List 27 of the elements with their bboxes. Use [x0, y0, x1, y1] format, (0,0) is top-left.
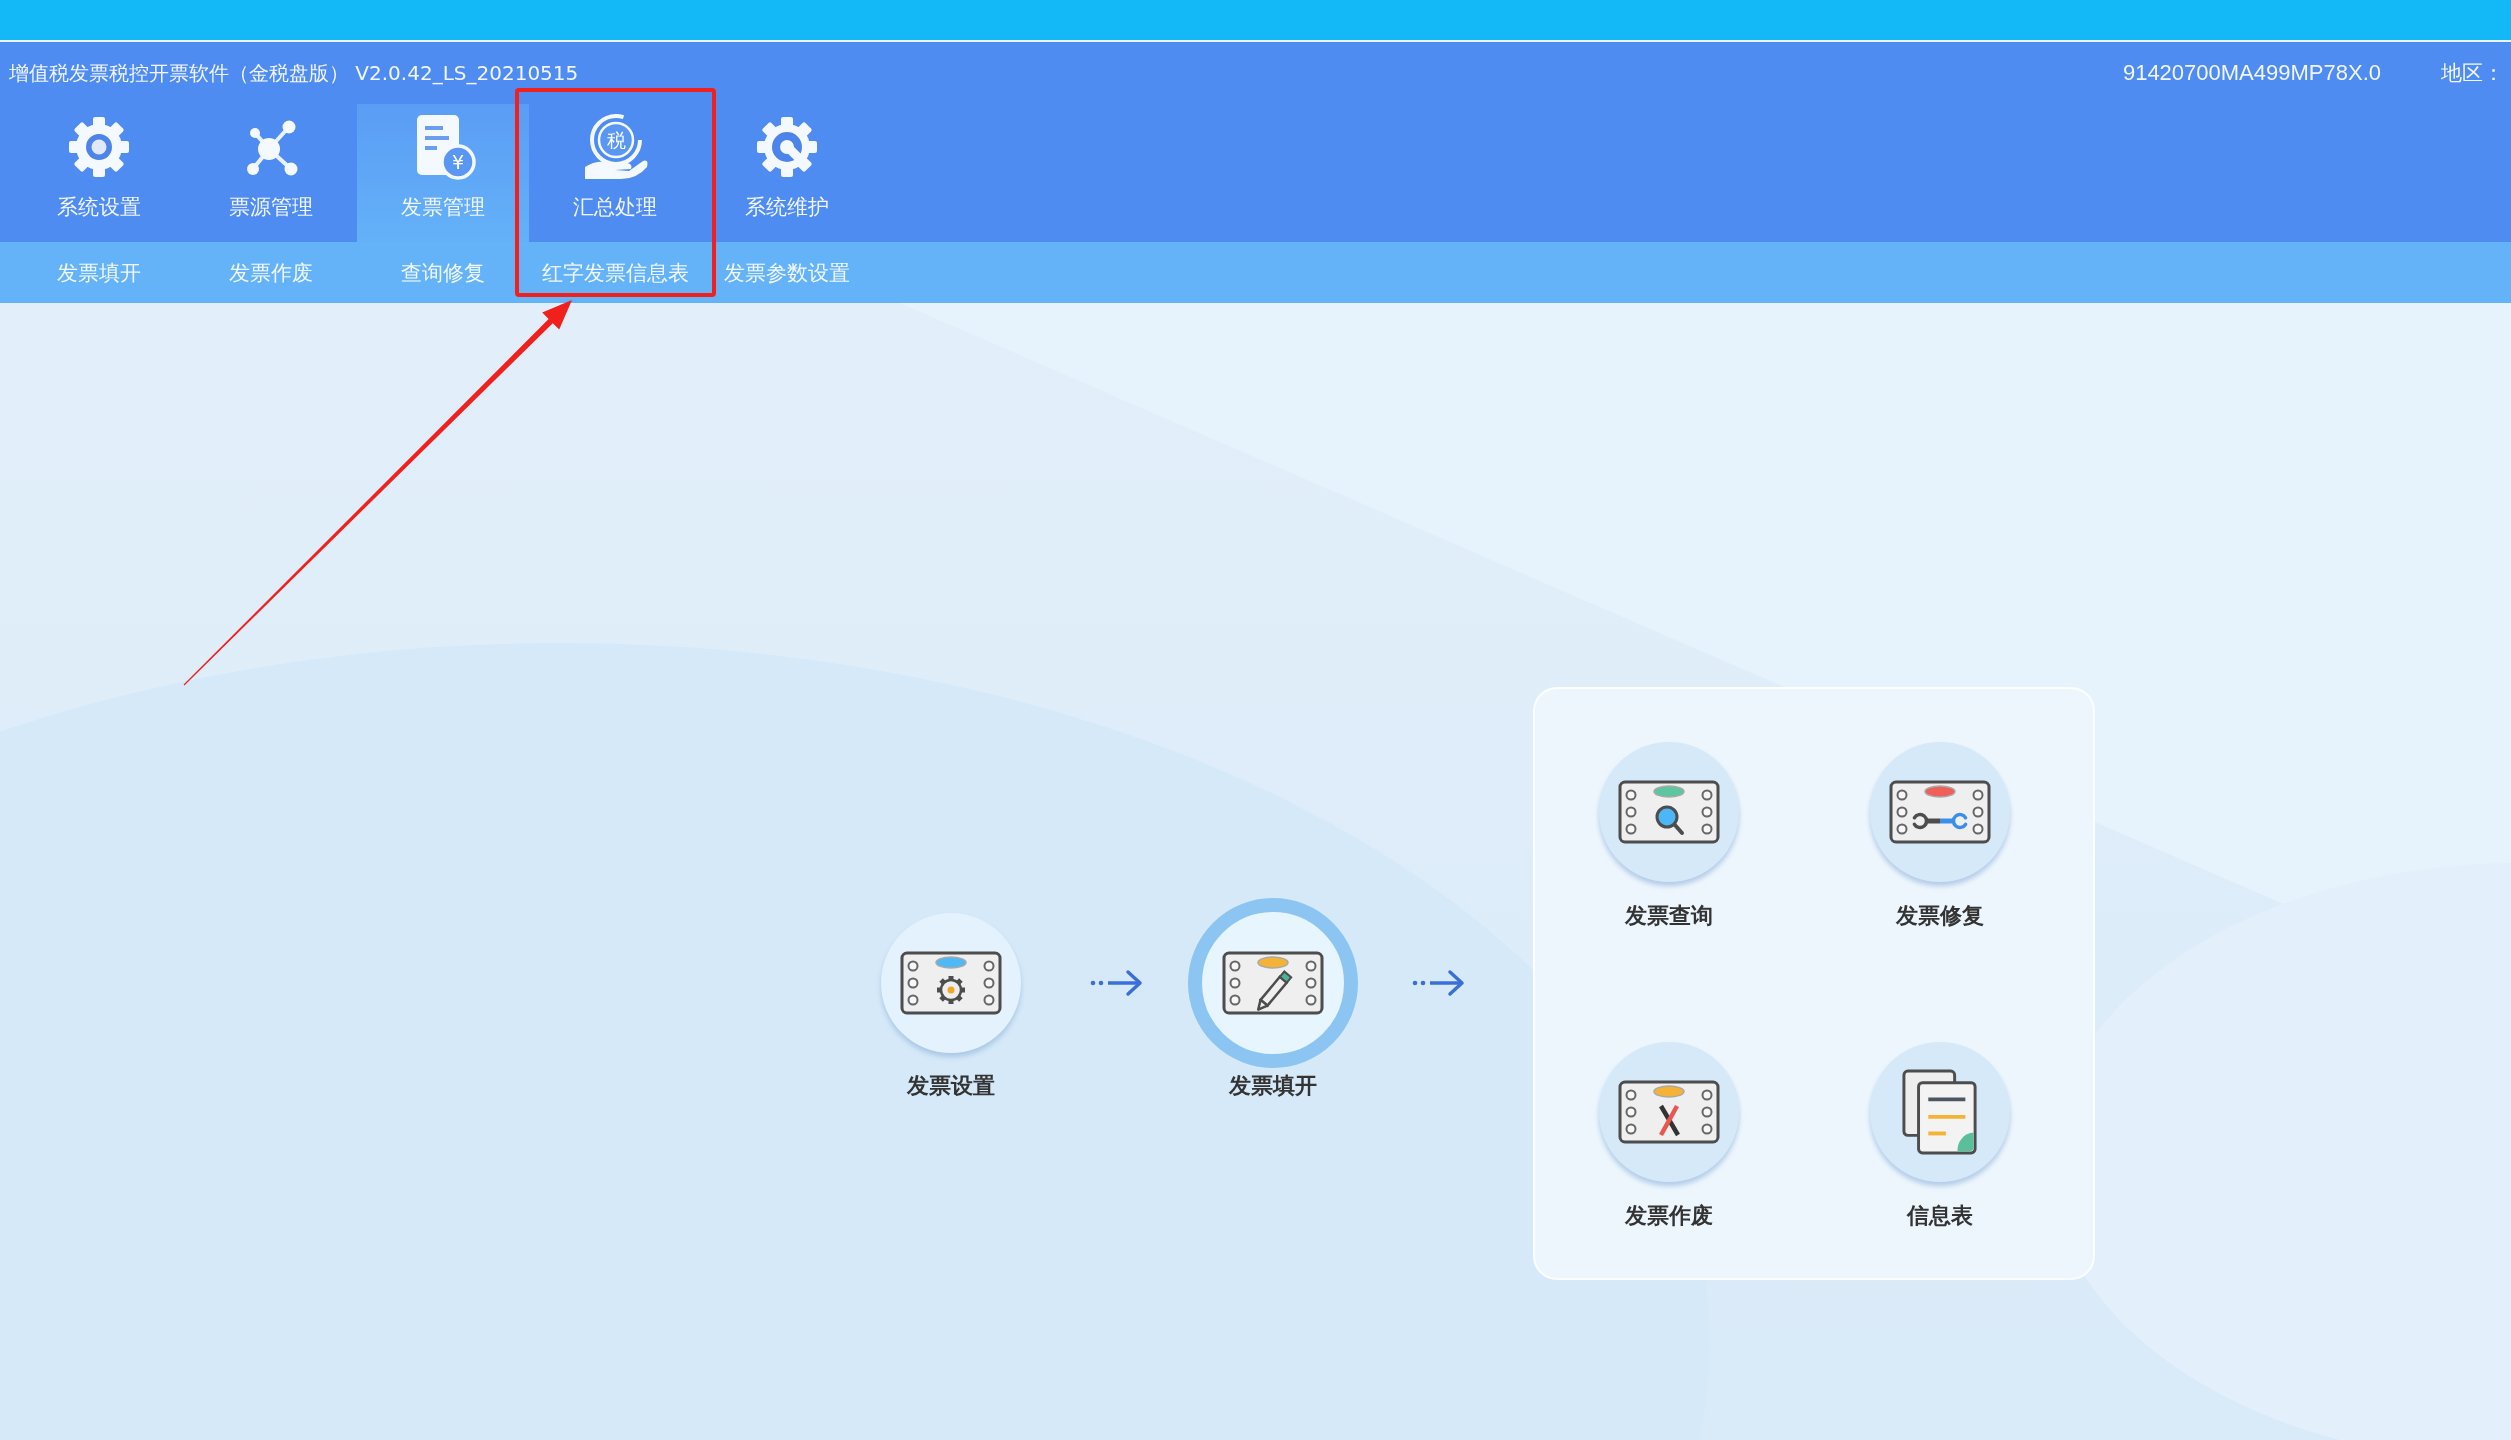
function-label: 信息表 — [1907, 1203, 1973, 1228]
invoice-wrench-icon — [1888, 779, 1992, 845]
submenu-item[interactable]: 发票作废 — [185, 257, 357, 288]
submenu-item[interactable]: 发票填开 — [13, 257, 185, 288]
function-label: 发票修复 — [1896, 903, 1984, 928]
region-label: 地区： — [2441, 60, 2504, 87]
function-label: 发票作废 — [1625, 1203, 1713, 1228]
submenu-item[interactable]: 查询修复 — [357, 257, 529, 288]
toolbar-tab[interactable]: ¥ 发票管理 — [357, 104, 529, 242]
toolbar-tab[interactable]: 票源管理 — [185, 104, 357, 242]
toolbar-tab[interactable]: 系统设置 — [13, 104, 185, 242]
flow-arrow-icon — [1411, 968, 1467, 998]
function-label: 发票填开 — [1229, 1073, 1317, 1098]
toolbar-tab[interactable]: 系统维护 — [701, 104, 873, 242]
function-label: 发票查询 — [1625, 903, 1713, 928]
tax-number: 91420700MA499MP78X.0 — [2122, 60, 2381, 86]
window-title: 增值税发票税控开票软件（金税盘版） V2.0.42_LS_20210515 — [9, 59, 579, 87]
invoice-pencil-icon — [1221, 950, 1325, 1016]
documents-icon — [1901, 1068, 1979, 1156]
submenu-item[interactable]: 发票参数设置 — [701, 257, 873, 288]
submenu-item[interactable]: 红字发票信息表 — [529, 257, 701, 288]
invoice-magnifier-icon — [1617, 779, 1721, 845]
flow-arrow-icon — [1089, 968, 1145, 998]
invoice-cross-icon — [1617, 1079, 1721, 1145]
function-label: 发票设置 — [907, 1073, 995, 1098]
invoice-gear-icon — [899, 950, 1003, 1016]
toolbar-tab[interactable]: 税 汇总处理 — [529, 104, 701, 242]
